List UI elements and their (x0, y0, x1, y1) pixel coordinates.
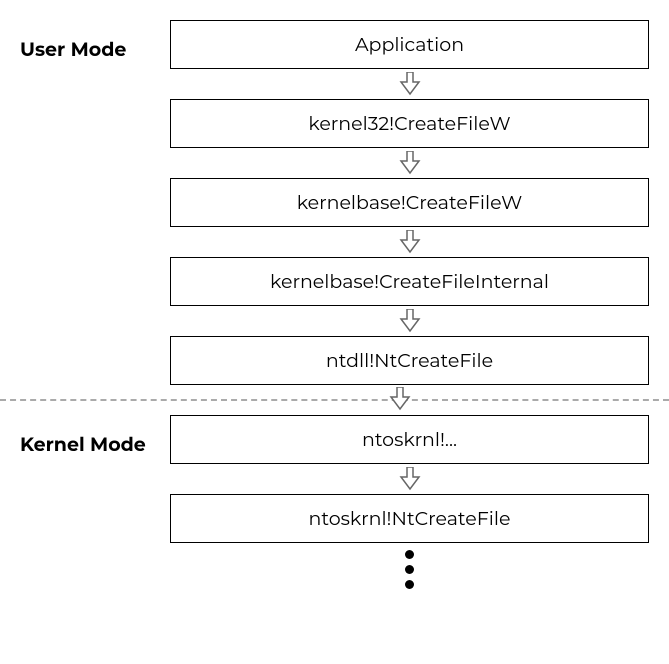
kernel-mode-row-1: Kernel Mode ntoskrnl!... (20, 415, 649, 464)
box-ntoskrnl-ellipsis: ntoskrnl!... (170, 415, 649, 464)
down-arrow-icon (170, 464, 649, 494)
down-arrow-icon (0, 387, 669, 411)
box-ntoskrnl-ntcreatefile: ntoskrnl!NtCreateFile (170, 494, 649, 543)
box-kernel32-createfilew: kernel32!CreateFileW (170, 99, 649, 148)
box-application: Application (170, 20, 649, 69)
arrow-1 (20, 69, 649, 99)
kernel-mode-row-2: . ntoskrnl!NtCreateFile (20, 494, 649, 543)
vertical-ellipsis-icon (405, 546, 414, 589)
user-mode-label: User Mode (20, 28, 150, 61)
user-mode-row-4: . kernelbase!CreateFileInternal (20, 257, 649, 306)
mode-divider (0, 385, 669, 415)
arrow-6 (20, 464, 649, 494)
kernel-mode-label: Kernel Mode (20, 423, 150, 456)
box-kernelbase-createfilew: kernelbase!CreateFileW (170, 178, 649, 227)
down-arrow-icon (170, 69, 649, 99)
arrow-2 (20, 148, 649, 178)
user-mode-row-3: . kernelbase!CreateFileW (20, 178, 649, 227)
box-kernelbase-createfileinternal: kernelbase!CreateFileInternal (170, 257, 649, 306)
user-mode-row-5: . ntdll!NtCreateFile (20, 336, 649, 385)
user-mode-row-1: User Mode Application (20, 20, 649, 69)
continuation-dots (20, 543, 649, 592)
user-mode-row-2: . kernel32!CreateFileW (20, 99, 649, 148)
down-arrow-icon (170, 148, 649, 178)
down-arrow-icon (170, 306, 649, 336)
arrow-3 (20, 227, 649, 257)
arrow-4 (20, 306, 649, 336)
box-ntdll-ntcreatefile: ntdll!NtCreateFile (170, 336, 649, 385)
down-arrow-icon (170, 227, 649, 257)
